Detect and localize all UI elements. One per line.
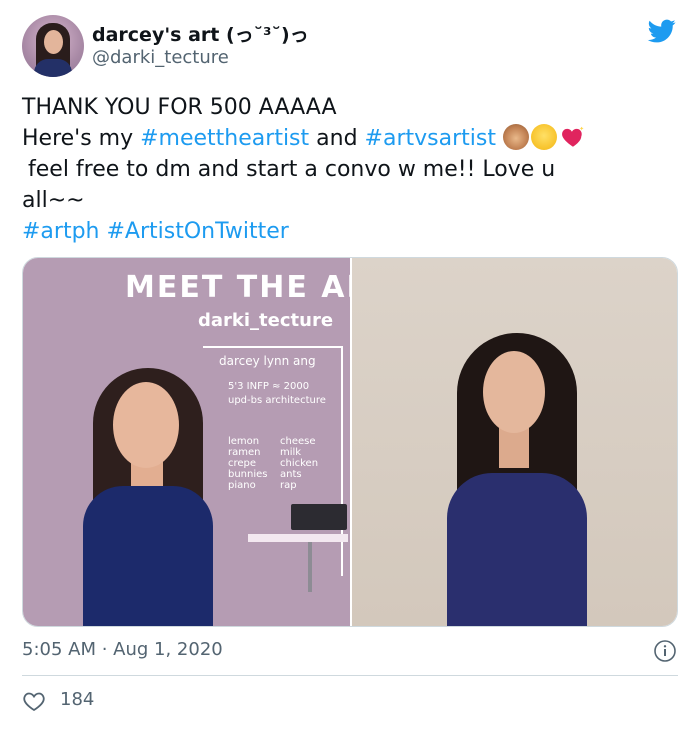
artwork-portrait-figure [83, 368, 213, 626]
artwork-info-line-1: 5'3 INFP ≈ 2000 [228, 381, 310, 392]
artwork-likes-list: lemon ramen crepe bunnies piano [228, 436, 268, 491]
tweet-line-1: THANK YOU FOR 500 AAAAA [22, 95, 337, 120]
artwork-dislike-item: chicken [280, 458, 319, 469]
heart-like-icon[interactable] [22, 690, 46, 712]
artwork-dislike-item: rap [280, 480, 297, 491]
artwork-name: darcey lynn ang [219, 354, 316, 368]
tweet-media[interactable]: MEET THE AR darki_tecture darcey lynn an… [22, 257, 678, 627]
smiling-face-with-hearts-emoji-icon [530, 124, 557, 150]
info-icon[interactable] [653, 639, 677, 663]
hashtag-artph-link[interactable]: #artph [22, 219, 100, 244]
artwork-info: 5'3 INFP ≈ 2000 upd-bs architecture [228, 380, 326, 408]
twitter-bird-icon[interactable] [646, 17, 678, 45]
footer-divider [22, 675, 678, 676]
artwork-laptop [291, 504, 347, 530]
author-display-name[interactable]: darcey's art (っ˘³˘)っ [92, 20, 309, 47]
meet-the-artist-title: MEET THE AR [125, 270, 350, 305]
tweet-line-2-prefix: Here's my [22, 126, 141, 151]
hashtag-meettheartist-link[interactable]: #meettheartist [140, 126, 309, 151]
media-image-meet-the-artist[interactable]: MEET THE AR darki_tecture darcey lynn an… [23, 258, 350, 626]
like-count: 184 [60, 689, 95, 710]
tweet-line-2-mid: and [309, 126, 365, 151]
artwork-like-item: lemon [228, 436, 260, 447]
artwork-info-line-2: upd-bs architecture [228, 395, 326, 406]
avatar-body [34, 59, 72, 77]
avatar-face [44, 30, 63, 54]
artwork-handle: darki_tecture [198, 310, 334, 331]
artwork-like-item: crepe [228, 458, 257, 469]
photo-person-figure [447, 333, 597, 626]
tweet-timestamp[interactable]: 5:05 AM · Aug 1, 2020 [22, 639, 223, 660]
artwork-like-item: bunnies [228, 469, 268, 480]
artwork-desk [248, 534, 348, 542]
tweet-line-5: #artph #ArtistOnTwitter [22, 216, 672, 247]
tweet-line-3: feel free to dm and start a convo w me!!… [28, 157, 556, 182]
see-no-evil-monkey-emoji-icon [502, 124, 529, 150]
artwork-like-item: ramen [228, 447, 261, 458]
tweet-text: THANK YOU FOR 500 AAAAA Here's my #meett… [22, 92, 672, 247]
photo-person-torso [447, 473, 587, 626]
artwork-dislike-item: ants [280, 469, 302, 480]
artwork-figure-face [113, 382, 179, 468]
media-image-photo[interactable] [352, 258, 677, 626]
artwork-dislike-item: cheese [280, 436, 316, 447]
author-handle[interactable]: @darki_tecture [92, 47, 229, 68]
artwork-like-item: piano [228, 480, 256, 491]
tweet-line-4: all~~ [22, 188, 85, 213]
sparkling-heart-emoji-icon [562, 126, 584, 147]
artwork-figure-torso [83, 486, 213, 626]
hashtag-artistontwitter-link[interactable]: #ArtistOnTwitter [107, 219, 289, 244]
author-avatar[interactable] [22, 15, 84, 77]
artwork-dislike-item: milk [280, 447, 302, 458]
artwork-dislikes-list: cheese milk chicken ants rap [280, 436, 318, 491]
photo-person-neck [499, 428, 529, 468]
hashtag-artvsartist-link[interactable]: #artvsartist [365, 126, 496, 151]
photo-person-face [483, 351, 545, 433]
tweet-line-2: Here's my #meettheartist and #artvsartis… [22, 123, 672, 154]
artwork-desk-leg [308, 542, 312, 592]
